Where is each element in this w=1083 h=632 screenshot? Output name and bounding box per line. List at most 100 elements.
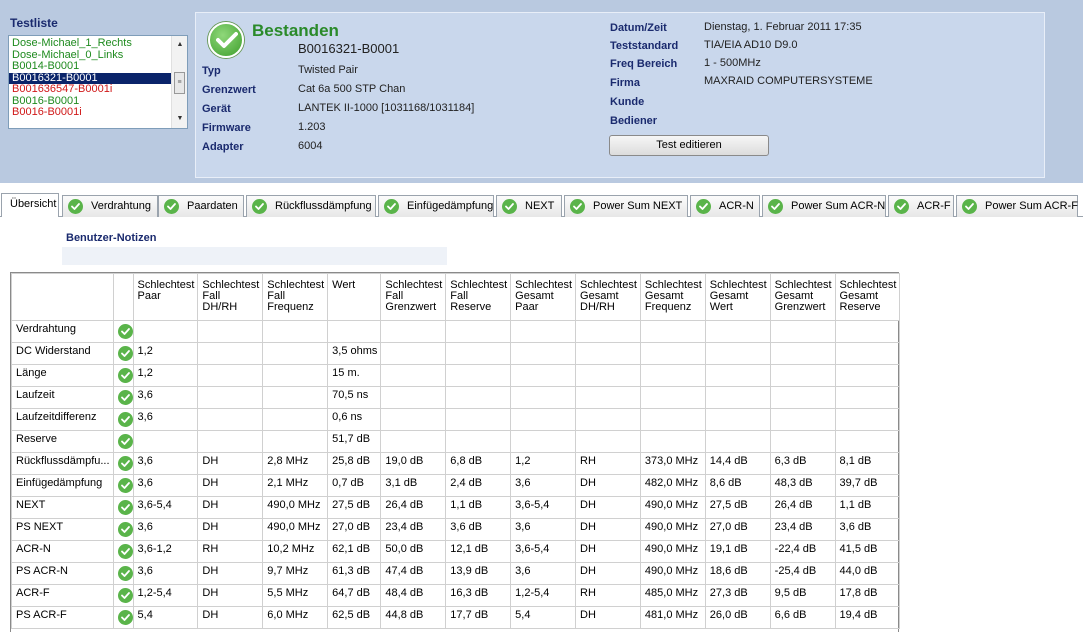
table-cell: 3,5 ohms <box>327 342 382 365</box>
tab-paardaten[interactable]: Paardaten <box>158 195 244 217</box>
testliste-item[interactable]: B0016321-B0001 <box>9 72 172 84</box>
table-cell <box>704 430 771 453</box>
table-row[interactable]: ACR-F 1,2-5,4 DH 5,5 MHz 64,7 dB 48,4 dB 16,3 … <box>11 584 901 607</box>
tab-label: NEXT <box>525 200 555 212</box>
table-cell: 27,0 dB <box>704 518 771 541</box>
column-header[interactable]: Schlechtest Gesamt DH/RH <box>575 273 641 321</box>
testliste-scrollbar[interactable]: ▲ ≡ ▼ <box>171 36 187 128</box>
scroll-up-icon[interactable]: ▲ <box>172 38 187 52</box>
tab-power-sum-next[interactable]: Power Sum NEXT <box>564 195 688 217</box>
column-header[interactable]: Schlechtest Gesamt Wert <box>704 273 771 321</box>
table-row[interactable]: PS NEXT 3,6 DH 490,0 MHz 27,0 dB 23,4 dB 3,6 d… <box>11 518 901 541</box>
table-row[interactable]: PS ACR-N 3,6 DH 9,7 MHz 61,3 dB 47,4 dB 13,9 d… <box>11 562 901 585</box>
table-cell: 19,4 dB <box>834 606 901 629</box>
tab-r-ckflussd-mpfung[interactable]: Rückflussdämpfung <box>246 195 376 217</box>
table-cell <box>769 386 836 409</box>
tab-label: Einfügedämpfung <box>407 200 494 212</box>
notes-field[interactable] <box>62 247 447 265</box>
teststandard-value: TIA/EIA AD10 D9.0 <box>704 39 798 51</box>
column-header[interactable]: Schlechtest Gesamt Frequenz <box>639 273 706 321</box>
testliste-item[interactable]: Dose-Michael_1_Rechts <box>9 38 172 50</box>
column-header[interactable] <box>112 273 134 321</box>
table-cell: 3,6 <box>132 518 199 541</box>
row-status <box>112 342 134 365</box>
table-cell: 5,4 <box>510 606 577 629</box>
testliste-item[interactable]: B0016-B0001 <box>9 96 172 108</box>
table-cell: 1,2 <box>132 364 199 387</box>
table-cell <box>197 430 264 453</box>
testliste-listbox[interactable]: Dose-Michael_1_Rechts Dose-Michael_0_Link… <box>8 35 188 129</box>
table-cell: 8,1 dB <box>834 452 901 475</box>
table-cell: 1,1 dB <box>445 496 512 519</box>
row-name: Länge <box>11 364 114 387</box>
table-cell: -22,4 dB <box>769 540 836 563</box>
testliste-item[interactable]: B0016-B0001i <box>9 107 172 119</box>
table-row[interactable]: Länge 1,2 15 m. <box>11 364 901 387</box>
table-cell <box>132 320 199 343</box>
row-name: PS ACR-N <box>11 562 114 585</box>
table-cell: 17,8 dB <box>834 584 901 607</box>
table-cell <box>262 342 329 365</box>
pass-check-icon <box>502 199 517 214</box>
table-cell <box>445 320 512 343</box>
edit-test-button[interactable]: Test editieren <box>609 135 769 156</box>
column-header[interactable]: Schlechtest Fall DH/RH <box>197 273 264 321</box>
table-cell: 5,5 MHz <box>262 584 329 607</box>
table-cell: 0,6 ns <box>327 408 382 431</box>
table-cell <box>834 342 901 365</box>
table-cell: 3,6 dB <box>834 518 901 541</box>
table-cell: 3,1 dB <box>380 474 447 497</box>
table-row[interactable]: PS ACR-F 5,4 DH 6,0 MHz 62,5 dB 44,8 dB 17,7 d… <box>11 606 901 629</box>
table-cell: 3,6-5,4 <box>510 496 577 519</box>
table-row[interactable]: Laufzeit 3,6 70,5 ns <box>11 386 901 409</box>
table-cell <box>262 430 329 453</box>
table-cell <box>132 430 199 453</box>
tab-power-sum-acr-n[interactable]: Power Sum ACR-N <box>762 195 886 217</box>
tab-power-sum-acr-f[interactable]: Power Sum ACR-F <box>956 195 1078 217</box>
tab-acr-f[interactable]: ACR-F <box>888 195 954 217</box>
firmware-value: 1.203 <box>298 121 326 133</box>
column-header[interactable]: Schlechtest Fall Grenzwert <box>380 273 447 321</box>
table-cell: RH <box>575 452 641 475</box>
table-row[interactable]: Verdrahtung <box>11 320 901 343</box>
tab-einf-ged-mpfung[interactable]: Einfügedämpfung <box>378 195 494 217</box>
table-cell: RH <box>575 584 641 607</box>
table-row[interactable]: DC Widerstand 1,2 3,5 ohms <box>11 342 901 365</box>
table-cell: 1,2 <box>510 452 577 475</box>
table-cell: 3,6 <box>132 474 199 497</box>
table-cell <box>445 364 512 387</box>
row-status <box>112 474 134 497</box>
scroll-down-icon[interactable]: ▼ <box>172 112 187 126</box>
tab--bersicht[interactable]: Übersicht <box>1 193 59 217</box>
bediener-label: Bediener <box>610 115 658 127</box>
column-header[interactable]: Schlechtest Fall Frequenz <box>262 273 329 321</box>
table-row[interactable]: Laufzeitdifferenz 3,6 0,6 ns <box>11 408 901 431</box>
tab-acr-n[interactable]: ACR-N <box>690 195 760 217</box>
table-row[interactable]: ACR-N 3,6-1,2 RH 10,2 MHz 62,1 dB 50,0 dB 12,1… <box>11 540 901 563</box>
testliste-item[interactable]: B0014-B0001 <box>9 61 172 73</box>
column-header[interactable]: Schlechtest Gesamt Reserve <box>834 273 901 321</box>
table-row[interactable]: NEXT 3,6-5,4 DH 490,0 MHz 27,5 dB 26,4 dB 1,1 … <box>11 496 901 519</box>
table-row[interactable]: Einfügedämpfung 3,6 DH 2,1 MHz 0,7 dB 3,1 dB 2… <box>11 474 901 497</box>
column-header[interactable]: Schlechtest Gesamt Grenzwert <box>769 273 836 321</box>
column-header[interactable] <box>11 273 114 321</box>
tab-next[interactable]: NEXT <box>496 195 562 217</box>
column-header[interactable]: Schlechtest Gesamt Paar <box>510 273 577 321</box>
testliste-item[interactable]: Dose-Michael_0_Links <box>9 50 172 62</box>
table-cell <box>769 342 836 365</box>
table-cell <box>704 364 771 387</box>
column-header[interactable]: Wert <box>327 273 382 321</box>
table-row[interactable]: Rückflussdämpfu... 3,6 DH 2,8 MHz 25,8 dB 19,… <box>11 452 901 475</box>
table-cell <box>262 364 329 387</box>
tab-verdrahtung[interactable]: Verdrahtung <box>62 195 158 217</box>
column-header[interactable]: Schlechtest Paar <box>132 273 199 321</box>
table-cell <box>769 364 836 387</box>
testliste-item[interactable]: B001636547-B0001i <box>9 84 172 96</box>
table-cell: 48,3 dB <box>769 474 836 497</box>
column-header[interactable]: Schlechtest Fall Reserve <box>445 273 512 321</box>
row-status <box>112 364 134 387</box>
row-name: PS ACR-F <box>11 606 114 629</box>
table-cell: DH <box>197 606 264 629</box>
scroll-thumb[interactable]: ≡ <box>174 72 185 94</box>
table-row[interactable]: Reserve 51,7 dB <box>11 430 901 453</box>
